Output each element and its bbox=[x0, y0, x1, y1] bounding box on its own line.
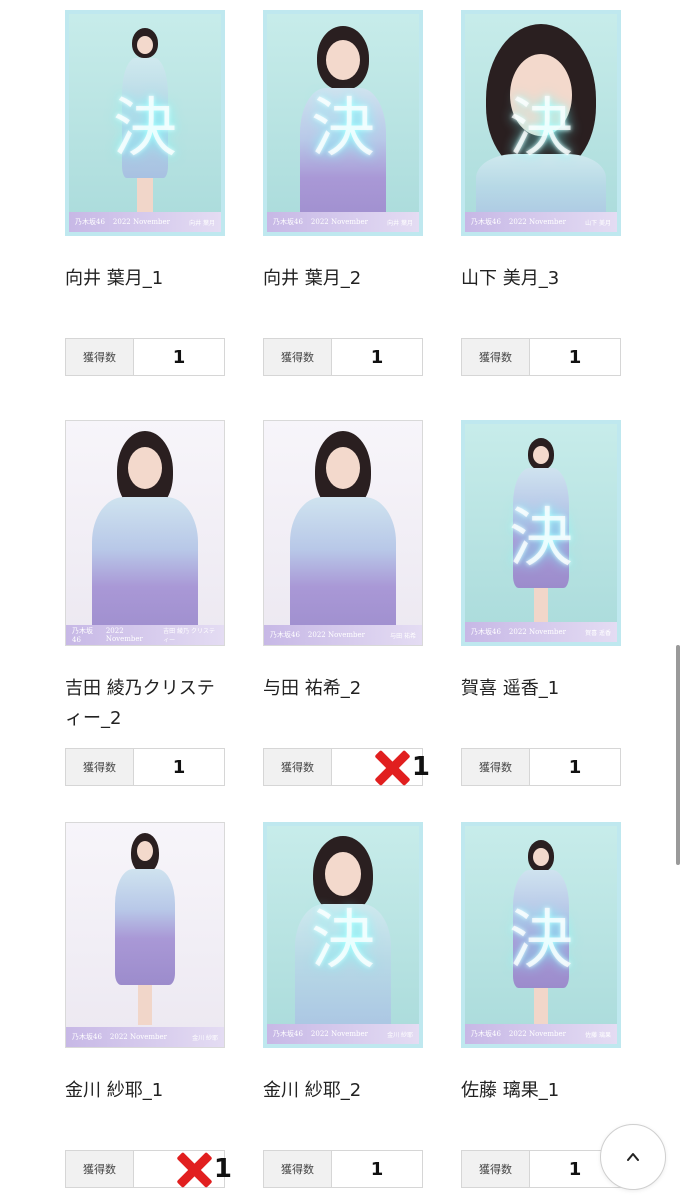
acquired-count: 獲得数 1 bbox=[461, 338, 621, 376]
count-value: 1 bbox=[370, 1158, 384, 1180]
acquired-count: 獲得数 1 bbox=[65, 748, 225, 786]
member-photo[interactable]: 乃木坂46 2022 November 金川 紗耶 bbox=[65, 822, 225, 1048]
photo-footer: 乃木坂46 2022 November 向井 葉月 bbox=[267, 212, 419, 232]
card-title: 金川 紗耶_2 bbox=[263, 1080, 362, 1101]
photo-card[interactable]: 乃木坂46 2022 November 金川 紗耶 金川 紗耶_1 獲得数 1 bbox=[65, 822, 232, 1188]
photo-footer: 乃木坂46 2022 November 向井 葉月 bbox=[69, 212, 221, 232]
count-label: 獲得数 bbox=[462, 339, 530, 375]
photo-card[interactable]: 決 乃木坂46 2022 November 山下 美月 山下 美月_3 獲得数 1 bbox=[461, 10, 621, 376]
photo-footer: 乃木坂46 2022 November 与田 祐希 bbox=[264, 625, 422, 645]
count-label: 獲得数 bbox=[462, 749, 530, 785]
count-value: 1 bbox=[172, 346, 186, 368]
photo-card[interactable]: 決 乃木坂46 2022 November 向井 葉月 向井 葉月_2 獲得数 1 bbox=[263, 10, 423, 376]
count-value: 1 bbox=[332, 749, 430, 785]
member-photo[interactable]: 決 乃木坂46 2022 November 山下 美月 bbox=[461, 10, 621, 236]
photo-footer: 乃木坂46 2022 November 吉田 綾乃 クリスティー bbox=[66, 625, 224, 645]
card-title: 佐藤 璃果_1 bbox=[461, 1080, 560, 1101]
acquired-count: 獲得数 1 bbox=[461, 1150, 621, 1188]
count-label: 獲得数 bbox=[462, 1151, 530, 1187]
count-value: 1 bbox=[568, 346, 582, 368]
stamp-mark: 決 bbox=[509, 502, 573, 576]
photo-footer: 乃木坂46 2022 November 山下 美月 bbox=[465, 212, 617, 232]
count-value: 1 bbox=[370, 346, 384, 368]
acquired-count: 獲得数 1 bbox=[461, 748, 621, 786]
photo-card[interactable]: 乃木坂46 2022 November 吉田 綾乃 クリスティー 吉田 綾乃クリス… bbox=[65, 420, 225, 786]
acquired-count: 獲得数 1 bbox=[263, 338, 423, 376]
count-label: 獲得数 bbox=[66, 749, 134, 785]
member-photo[interactable]: 決 乃木坂46 2022 November 佐藤 璃果 bbox=[461, 822, 621, 1048]
count-label: 獲得数 bbox=[264, 339, 332, 375]
stamp-mark: 決 bbox=[311, 92, 375, 166]
stamp-mark: 決 bbox=[509, 92, 573, 166]
photo-card[interactable]: 決 乃木坂46 2022 November 賀喜 遥香 賀喜 遥香_1 獲得数 1 bbox=[461, 420, 621, 786]
stamp-mark: 決 bbox=[311, 904, 375, 978]
count-label: 獲得数 bbox=[264, 1151, 332, 1187]
count-label: 獲得数 bbox=[264, 749, 332, 785]
photo-footer: 乃木坂46 2022 November 金川 紗耶 bbox=[66, 1027, 224, 1047]
photo-footer: 乃木坂46 2022 November 金川 紗耶 bbox=[267, 1024, 419, 1044]
member-photo[interactable]: 乃木坂46 2022 November 与田 祐希 bbox=[263, 420, 423, 646]
photo-card[interactable]: 決 乃木坂46 2022 November 向井 葉月 向井 葉月_1 獲得数 1 bbox=[65, 10, 225, 376]
card-title: 金川 紗耶_1 bbox=[65, 1080, 164, 1101]
member-photo[interactable]: 決 乃木坂46 2022 November 金川 紗耶 bbox=[263, 822, 423, 1048]
member-photo[interactable]: 決 乃木坂46 2022 November 向井 葉月 bbox=[65, 10, 225, 236]
photo-card-grid: 決 乃木坂46 2022 November 向井 葉月 向井 葉月_1 獲得数 1… bbox=[0, 0, 686, 1200]
count-value: 1 bbox=[134, 1151, 232, 1187]
count-value: 1 bbox=[568, 756, 582, 778]
photo-card[interactable]: 決 乃木坂46 2022 November 佐藤 璃果 佐藤 璃果_1 獲得数 1 bbox=[461, 822, 621, 1188]
card-title: 賀喜 遥香_1 bbox=[461, 678, 560, 699]
stamp-mark: 決 bbox=[509, 904, 573, 978]
card-title: 山下 美月_3 bbox=[461, 268, 560, 289]
acquired-count: 獲得数 1 bbox=[65, 338, 225, 376]
card-title: 吉田 綾乃クリスティー_2 bbox=[65, 678, 215, 729]
photo-card[interactable]: 乃木坂46 2022 November 与田 祐希 与田 祐希_2 獲得数 1 bbox=[263, 420, 430, 786]
photo-footer: 乃木坂46 2022 November 佐藤 璃果 bbox=[465, 1024, 617, 1044]
cross-mark-icon bbox=[374, 749, 410, 785]
count-label: 獲得数 bbox=[66, 339, 134, 375]
member-photo[interactable]: 乃木坂46 2022 November 吉田 綾乃 クリスティー bbox=[65, 420, 225, 646]
count-label: 獲得数 bbox=[66, 1151, 134, 1187]
photo-footer: 乃木坂46 2022 November 賀喜 遥香 bbox=[465, 622, 617, 642]
cross-mark-icon bbox=[176, 1151, 212, 1187]
member-photo[interactable]: 決 乃木坂46 2022 November 賀喜 遥香 bbox=[461, 420, 621, 646]
scrollbar[interactable] bbox=[676, 645, 680, 865]
card-title: 向井 葉月_1 bbox=[65, 268, 164, 289]
scroll-to-top-button[interactable] bbox=[600, 1124, 666, 1190]
count-value: 1 bbox=[172, 756, 186, 778]
acquired-count: 獲得数 1 bbox=[65, 1150, 232, 1188]
acquired-count: 獲得数 1 bbox=[263, 1150, 423, 1188]
acquired-count: 獲得数 1 bbox=[263, 748, 430, 786]
card-title: 向井 葉月_2 bbox=[263, 268, 362, 289]
chevron-up-icon bbox=[627, 1153, 639, 1161]
member-photo[interactable]: 決 乃木坂46 2022 November 向井 葉月 bbox=[263, 10, 423, 236]
photo-card[interactable]: 決 乃木坂46 2022 November 金川 紗耶 金川 紗耶_2 獲得数 1 bbox=[263, 822, 423, 1188]
card-title: 与田 祐希_2 bbox=[263, 678, 362, 699]
stamp-mark: 決 bbox=[113, 92, 177, 166]
